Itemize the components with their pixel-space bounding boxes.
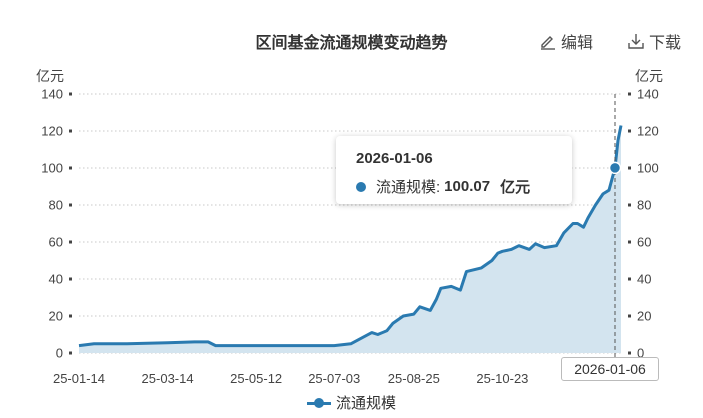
- legend-item[interactable]: 流通规模: [0, 392, 703, 413]
- y-tick-mark: [69, 277, 72, 281]
- y-tick-label: 80: [49, 198, 63, 213]
- tooltip-unit: 亿元: [500, 179, 531, 196]
- y-tick-mark: [628, 277, 631, 281]
- tooltip: 2026-01-06 流通规模: 100.07 亿元: [336, 136, 572, 204]
- tooltip-value: 100.07: [444, 178, 491, 195]
- y-tick-label: 80: [637, 198, 651, 213]
- chart-area[interactable]: 0 20 40 60 80 100 120 140 0 20 40 60 80 100 120 140 25…: [0, 0, 703, 418]
- y-tick-mark: [628, 129, 631, 133]
- y-tick-label: 60: [637, 235, 651, 250]
- highlight-point: [608, 161, 622, 175]
- y-tick-mark: [628, 203, 631, 207]
- x-tick-label: 25-08-25: [388, 371, 440, 386]
- y-tick-mark: [69, 203, 72, 207]
- y-tick-mark: [628, 314, 631, 318]
- right-y-axis: 020406080100120140: [628, 87, 659, 361]
- y-tick-mark: [69, 351, 72, 355]
- y-tick-mark: [628, 166, 631, 170]
- y-tick-label: 100: [637, 161, 659, 176]
- legend-marker-icon: [306, 396, 331, 410]
- y-tick-mark: [628, 240, 631, 244]
- y-tick-mark: [628, 351, 631, 355]
- x-axis: 25-01-14 25-03-14 25-05-12 25-07-03 25-08-25…: [53, 371, 528, 386]
- left-y-axis: 0 20 40 60 80 100 120 140: [41, 87, 72, 361]
- y-tick-label: 140: [637, 87, 659, 102]
- x-tick-label: 25-01-14: [53, 371, 105, 386]
- y-tick-label: 0: [56, 346, 63, 361]
- y-tick-label: 120: [41, 124, 63, 139]
- y-tick-label: 60: [49, 235, 63, 250]
- y-tick-label: 120: [637, 124, 659, 139]
- x-tick-label: 25-05-12: [230, 371, 282, 386]
- y-tick-mark: [69, 314, 72, 318]
- tooltip-date: 2026-01-06: [356, 150, 433, 167]
- x-tick-label: 25-07-03: [308, 371, 360, 386]
- legend-label: 流通规模: [335, 395, 396, 412]
- x-tick-label: 25-03-14: [142, 371, 194, 386]
- y-tick-mark: [69, 240, 72, 244]
- y-tick-mark: [69, 166, 72, 170]
- y-tick-mark: [628, 92, 631, 96]
- y-tick-mark: [69, 92, 72, 96]
- x-tick-label: 25-10-23: [476, 371, 528, 386]
- y-tick-label: 140: [41, 87, 63, 102]
- y-tick-label: 40: [637, 272, 651, 287]
- y-tick-mark: [69, 129, 72, 133]
- y-tick-label: 100: [41, 161, 63, 176]
- series-dot-icon: [356, 181, 366, 192]
- y-tick-label: 40: [49, 272, 63, 287]
- y-tick-label: 20: [49, 309, 63, 324]
- tooltip-series-name: 流通规模:: [376, 179, 441, 196]
- y-tick-label: 20: [637, 309, 651, 324]
- crosshair-date-label: 2026-01-06: [561, 357, 659, 381]
- tooltip-row: 流通规模: 100.07 亿元: [356, 176, 530, 197]
